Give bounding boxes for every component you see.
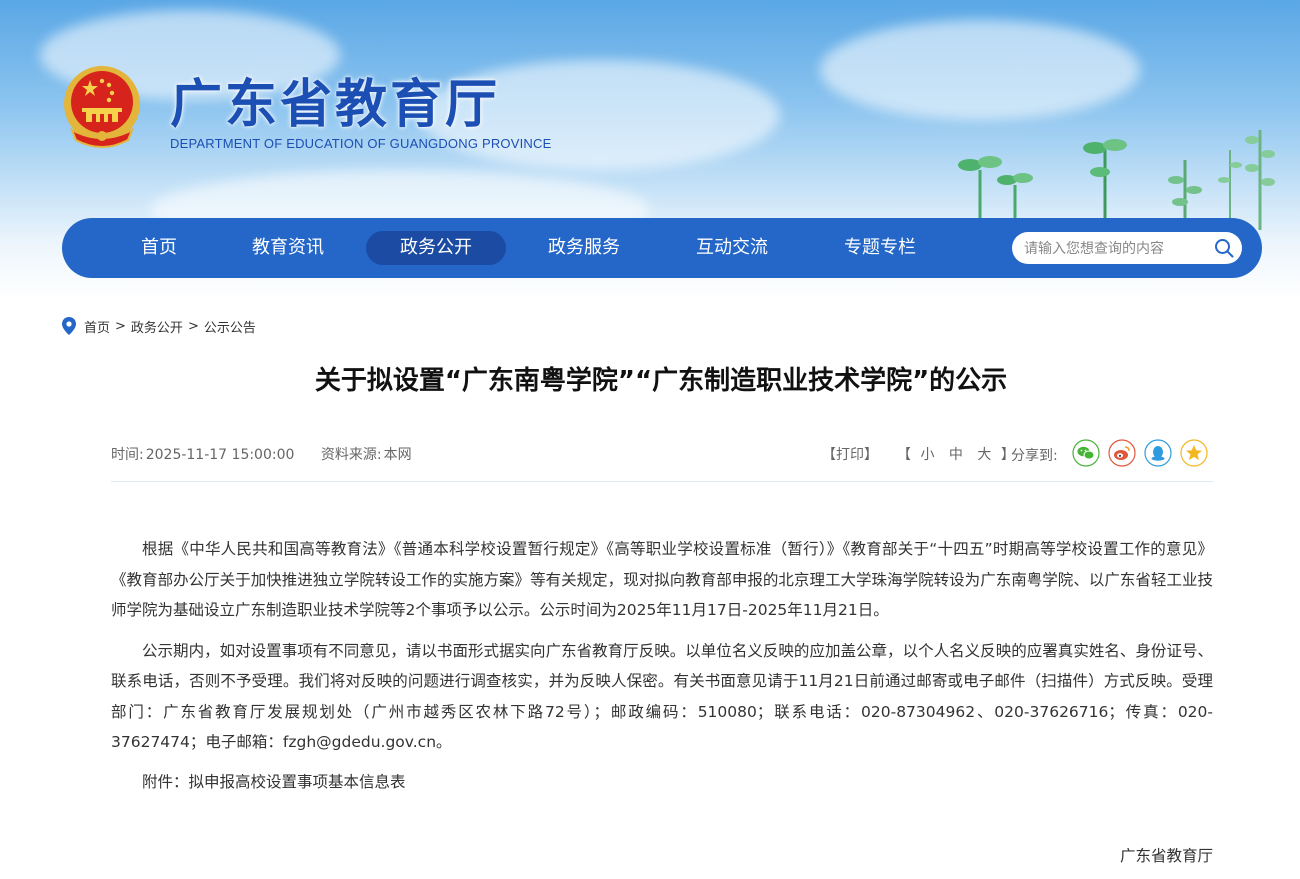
breadcrumb-notices[interactable]: 公示公告 — [204, 317, 256, 336]
cloud-decoration — [820, 20, 1140, 120]
font-size-medium[interactable]: 中 — [949, 447, 963, 463]
font-size-switcher: 【 小 中 大 】 — [897, 444, 1015, 464]
weibo-icon[interactable] — [1108, 439, 1136, 467]
nav-item-home[interactable]: 首页 — [120, 231, 198, 265]
search-box — [1012, 232, 1242, 266]
meta-divider — [111, 481, 1213, 482]
nav-item-special-topics[interactable]: 专题专栏 — [830, 231, 930, 265]
breadcrumb-separator: > — [115, 318, 126, 334]
location-pin-icon — [62, 317, 76, 335]
breadcrumb-government-affairs[interactable]: 政务公开 — [131, 317, 183, 336]
signer: 广东省教育厅 — [1119, 847, 1213, 865]
national-emblem-icon — [64, 66, 140, 148]
article-meta: 时间: 2025-11-17 15:00:00 资料来源: 本网 — [111, 444, 412, 464]
nav-item-government-affairs[interactable]: 政务公开 — [366, 231, 506, 265]
search-icon[interactable] — [1214, 238, 1234, 258]
print-link[interactable]: 【打印】 — [822, 447, 878, 463]
article-paragraph: 公示期内，如对设置事项有不同意见，请以书面形式据实向广东省教育厅反映。以单位名义… — [111, 641, 1213, 752]
font-size-small[interactable]: 小 — [920, 447, 934, 463]
main-nav: 首页 教育资讯 政务公开 政务服务 互动交流 专题专栏 — [62, 218, 1262, 278]
search-input[interactable] — [1022, 232, 1211, 266]
site-title: 广东省教育厅 — [170, 75, 501, 135]
site-subtitle: DEPARTMENT OF EDUCATION OF GUANGDONG PRO… — [170, 136, 552, 151]
font-size-large[interactable]: 大 — [977, 447, 991, 463]
print-tool: 【打印】 — [822, 444, 878, 464]
source-value: 本网 — [383, 447, 412, 463]
breadcrumb-separator: > — [187, 318, 199, 334]
attachment-label: 附件： — [142, 772, 189, 791]
source-label: 资料来源: — [320, 447, 382, 463]
publish-time: 2025-11-17 15:00:00 — [145, 447, 295, 463]
share-label: 分享到: — [1011, 448, 1058, 464]
article-title: 关于拟设置“广东南粤学院”“广东制造职业技术学院”的公示 — [314, 366, 1008, 396]
plant-decoration-icon — [958, 130, 1275, 230]
attachment-line: 附件：拟申报高校设置事项基本信息表 — [111, 767, 1213, 798]
attachment-name: 拟申报高校设置事项基本信息表 — [188, 772, 406, 791]
qq-icon[interactable] — [1144, 439, 1172, 467]
wechat-icon[interactable] — [1072, 439, 1100, 467]
qzone-icon[interactable] — [1180, 439, 1208, 467]
font-size-bracket: 【 — [897, 447, 911, 463]
time-label: 时间: — [111, 447, 144, 463]
article-paragraph: 根据《中华人民共和国高等教育法》《普通本科学校设置暂行规定》《高等职业学校设置标… — [111, 540, 1213, 619]
nav-item-education-news[interactable]: 教育资讯 — [238, 231, 338, 265]
nav-item-interaction[interactable]: 互动交流 — [682, 231, 782, 265]
breadcrumb-home[interactable]: 首页 — [84, 317, 110, 336]
breadcrumb: 首页 > 政务公开 > 公示公告 — [62, 316, 256, 336]
nav-item-government-services[interactable]: 政务服务 — [534, 231, 634, 265]
article-body: 根据《中华人民共和国高等教育法》《普通本科学校设置暂行规定》《高等职业学校设置标… — [111, 534, 1213, 797]
